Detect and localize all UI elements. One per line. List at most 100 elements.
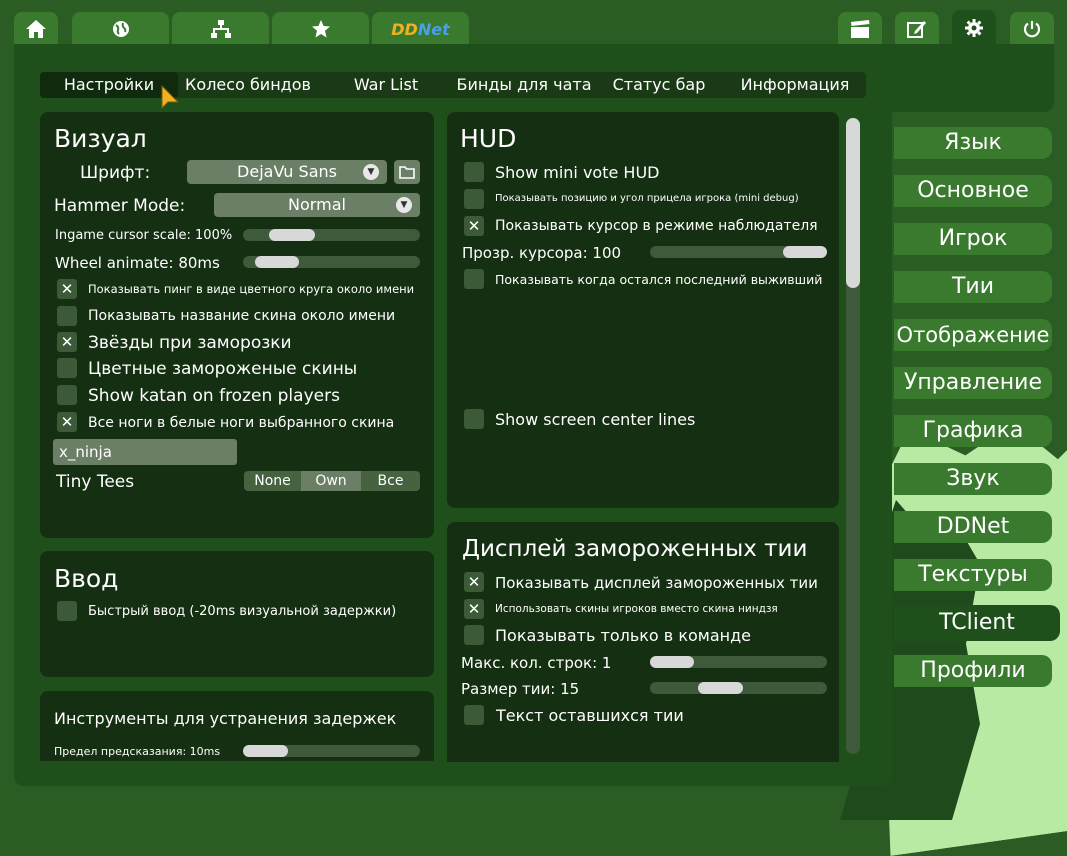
power-icon: [1023, 21, 1041, 38]
skin-name-checkbox[interactable]: [57, 306, 77, 326]
fast-input-checkbox[interactable]: [57, 601, 77, 621]
wheel-animate-slider[interactable]: [243, 256, 420, 268]
hammer-mode-dropdown[interactable]: Normal ▼: [214, 193, 420, 217]
font-dropdown[interactable]: DejaVu Sans ▼: [187, 160, 387, 184]
sidebar-item-assets[interactable]: Текстуры: [894, 559, 1052, 591]
sidebar-item-tee[interactable]: Тии: [894, 271, 1052, 303]
frozen-display-checkbox[interactable]: ✕: [464, 572, 484, 592]
center-lines-label: Show screen center lines: [495, 410, 696, 429]
sidebar-item-sound[interactable]: Звук: [894, 463, 1052, 495]
edit-icon: [907, 21, 926, 38]
sidebar-item-tclient[interactable]: TClient: [894, 605, 1060, 641]
cursor-scale-label: Ingame cursor scale: 100%: [55, 228, 233, 243]
favorites-tab[interactable]: [272, 12, 369, 46]
chevron-down-icon: ▼: [363, 164, 379, 180]
prediction-limit-label: Предел предсказания: 10ms: [54, 745, 221, 758]
fast-input-label: Быстрый ввод (-20ms визуальной задержки): [88, 604, 397, 619]
remaining-text-label: Текст оставшихся тии: [496, 706, 684, 725]
font-label: Шрифт:: [80, 163, 151, 183]
quit-tab[interactable]: [1010, 12, 1054, 46]
sidebar-item-controls[interactable]: Управление: [894, 367, 1052, 399]
remaining-text-checkbox[interactable]: [464, 705, 484, 725]
cursor-opacity-label: Прозр. курсора: 100: [462, 244, 622, 262]
slider-knob[interactable]: [255, 256, 299, 268]
freeze-stars-label: Звёзды при заморозки: [88, 333, 292, 353]
subtab-chat-binds[interactable]: Бинды для чата: [454, 72, 594, 98]
tee-size-label: Размер тии: 15: [461, 680, 580, 698]
colored-frozen-checkbox[interactable]: [57, 358, 77, 378]
lan-tab[interactable]: [172, 12, 269, 46]
font-value: DejaVu Sans: [237, 162, 337, 181]
settings-scrollbar[interactable]: [846, 118, 860, 754]
white-feet-label: Все ноги в белые ноги выбранного скина: [88, 415, 395, 431]
tiny-tees-own[interactable]: Own: [301, 471, 361, 491]
max-rows-label: Макс. кол. строк: 1: [461, 654, 612, 672]
ddnet-tab[interactable]: DDNet: [372, 12, 469, 46]
team-only-label: Показывать только в команде: [495, 626, 752, 645]
folder-icon: [399, 166, 415, 179]
subtab-status-bar[interactable]: Статус бар: [594, 72, 724, 98]
slider-knob[interactable]: [243, 745, 288, 757]
hammer-mode-value: Normal: [288, 195, 346, 214]
last-survivor-label: Показывать когда остался последний выжив…: [495, 272, 823, 287]
white-feet-checkbox[interactable]: ✕: [57, 412, 77, 432]
mini-debug-checkbox[interactable]: [464, 189, 484, 209]
scrollbar-thumb[interactable]: [846, 118, 860, 288]
home-icon: [26, 20, 46, 38]
internet-tab[interactable]: [72, 12, 169, 46]
mouse-cursor-icon: [161, 84, 180, 110]
prediction-limit-slider[interactable]: [243, 745, 420, 757]
white-feet-skin-input[interactable]: x_ninja: [53, 439, 237, 465]
skin-name-label: Показывать название скина около имени: [88, 308, 396, 324]
frozen-display-title: Дисплей замороженных тии: [462, 536, 808, 562]
gear-icon: [965, 19, 983, 37]
max-rows-slider[interactable]: [650, 656, 827, 668]
mini-debug-label: Показывать позицию и угол прицела игрока…: [495, 193, 799, 204]
cursor-scale-slider[interactable]: [243, 229, 420, 241]
clapperboard-icon: [851, 20, 870, 38]
subtab-info[interactable]: Информация: [724, 72, 866, 98]
sidebar-item-ddnet[interactable]: DDNet: [894, 511, 1052, 543]
player-skins-checkbox[interactable]: ✕: [464, 599, 484, 619]
globe-icon: [112, 21, 129, 37]
subtab-settings[interactable]: Настройки: [40, 72, 178, 98]
input-title: Ввод: [54, 564, 119, 593]
katan-label: Show katan on frozen players: [88, 386, 340, 406]
editor-tab[interactable]: [895, 12, 939, 46]
slider-knob[interactable]: [783, 246, 827, 258]
center-lines-checkbox[interactable]: [464, 409, 484, 429]
sidebar-item-profiles[interactable]: Профили: [894, 655, 1052, 687]
lag-tools-title: Инструменты для устранения задержек: [54, 709, 397, 728]
settings-tab[interactable]: [952, 10, 996, 46]
team-only-checkbox[interactable]: [464, 625, 484, 645]
last-survivor-checkbox[interactable]: [464, 269, 484, 289]
slider-knob[interactable]: [269, 229, 315, 241]
cursor-opacity-slider[interactable]: [650, 246, 827, 258]
freeze-stars-checkbox[interactable]: ✕: [57, 332, 77, 352]
spectator-cursor-label: Показывать курсор в режиме наблюдателя: [495, 218, 818, 234]
tiny-tees-none[interactable]: None: [244, 471, 301, 491]
ping-circle-checkbox[interactable]: ✕: [57, 279, 77, 299]
sidebar-item-graphics[interactable]: Графика: [894, 415, 1052, 447]
ping-circle-label: Показывать пинг в виде цветного круга ок…: [88, 282, 415, 296]
colored-frozen-label: Цветные замороженые скины: [88, 359, 358, 379]
mini-vote-checkbox[interactable]: [464, 162, 484, 182]
sidebar-item-general[interactable]: Основное: [894, 175, 1052, 207]
spectator-cursor-checkbox[interactable]: ✕: [464, 216, 484, 236]
network-icon: [210, 20, 231, 38]
katan-checkbox[interactable]: [57, 385, 77, 405]
slider-knob[interactable]: [698, 682, 743, 694]
font-folder-button[interactable]: [394, 160, 420, 184]
sidebar-item-language[interactable]: Язык: [894, 127, 1052, 159]
home-tab[interactable]: [14, 12, 58, 46]
subtab-bind-wheel[interactable]: Колесо биндов: [178, 72, 318, 98]
subtab-war-list[interactable]: War List: [318, 72, 454, 98]
sidebar-item-appearance[interactable]: Отображение: [894, 319, 1052, 351]
wheel-animate-label: Wheel animate: 80ms: [55, 254, 220, 272]
slider-knob[interactable]: [650, 656, 694, 668]
sidebar-item-player[interactable]: Игрок: [894, 223, 1052, 255]
hud-title: HUD: [460, 124, 517, 153]
tiny-tees-all[interactable]: Все: [361, 471, 420, 491]
demos-tab[interactable]: [838, 12, 882, 46]
tee-size-slider[interactable]: [650, 682, 827, 694]
